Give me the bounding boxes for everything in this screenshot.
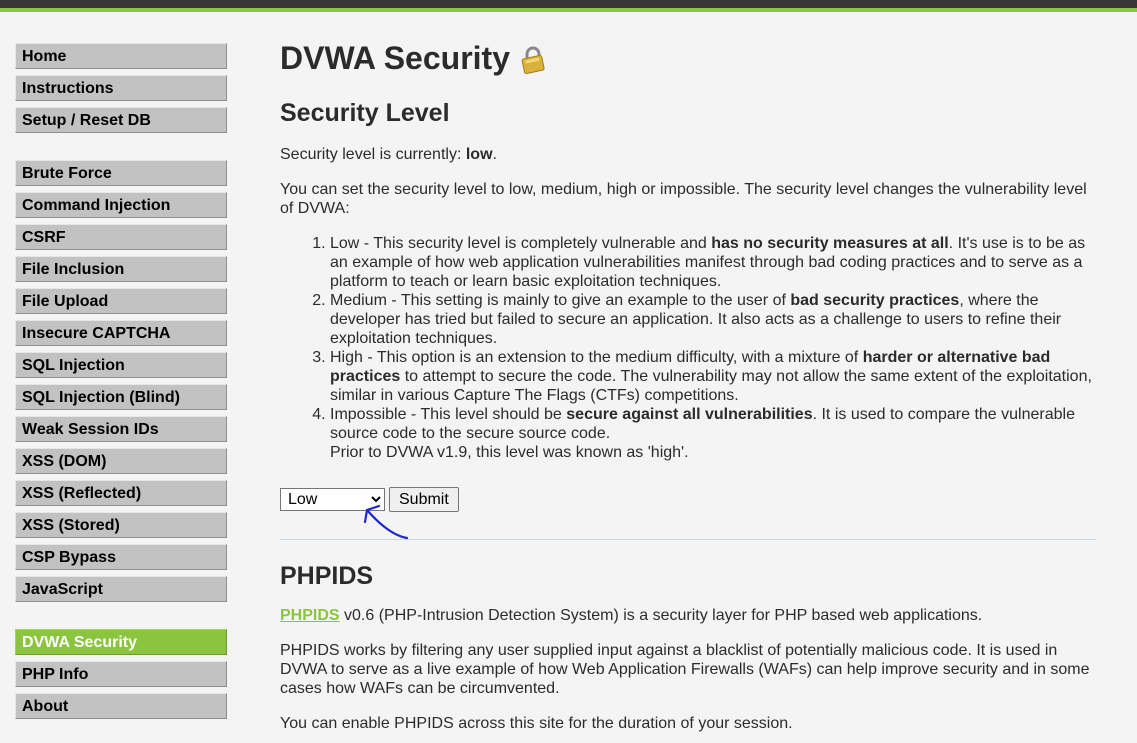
- phpids-link[interactable]: PHPIDS: [280, 607, 340, 624]
- sidebar-item-csp-bypass[interactable]: CSP Bypass: [15, 544, 227, 570]
- security-level-item: Low - This security level is completely …: [330, 234, 1100, 291]
- menu-group-settings: DVWA Security PHP Info About: [15, 629, 227, 719]
- menu-group-general: Home Instructions Setup / Reset DB: [15, 43, 227, 133]
- current-level-value: low: [465, 146, 493, 163]
- level-note: Prior to DVWA v1.9, this level was known…: [330, 444, 689, 461]
- intro-paragraph: You can set the security level to low, m…: [280, 181, 1087, 217]
- sidebar-item-insecure-captcha[interactable]: Insecure CAPTCHA: [15, 320, 227, 346]
- sidebar-item-xss-dom[interactable]: XSS (DOM): [15, 448, 227, 474]
- page-title: DVWA Security: [280, 40, 510, 76]
- sidebar-item-about[interactable]: About: [15, 693, 227, 719]
- security-levels-list: Low - This security level is completely …: [280, 234, 1100, 462]
- main-content: DVWA Security Security Level Security le…: [280, 30, 1100, 733]
- sidebar-item-php-info[interactable]: PHP Info: [15, 661, 227, 687]
- security-level-heading: Security Level: [280, 99, 450, 127]
- security-level-item: Medium - This setting is mainly to give …: [330, 291, 1100, 348]
- sidebar-item-weak-session-ids[interactable]: Weak Session IDs: [15, 416, 227, 442]
- current-level-text: Security level is currently: low.: [280, 146, 497, 163]
- security-level-item: High - This option is an extension to th…: [330, 348, 1100, 405]
- security-level-item: Impossible - This level should be secure…: [330, 405, 1100, 462]
- sidebar-item-csrf[interactable]: CSRF: [15, 224, 227, 250]
- sidebar-item-sql-injection-blind[interactable]: SQL Injection (Blind): [15, 384, 227, 410]
- sidebar-item-xss-stored[interactable]: XSS (Stored): [15, 512, 227, 538]
- header-accent-stripe: [0, 8, 1137, 12]
- phpids-enable-text: You can enable PHPIDS across this site f…: [280, 715, 793, 732]
- sidebar-item-command-injection[interactable]: Command Injection: [15, 192, 227, 218]
- menu-group-vulnerabilities: Brute Force Command Injection CSRF File Inc…: [15, 160, 227, 602]
- sidebar-item-file-upload[interactable]: File Upload: [15, 288, 227, 314]
- phpids-paragraph: PHPIDS works by filtering any user suppl…: [280, 642, 1090, 697]
- top-header-bar: [0, 0, 1137, 12]
- sidebar-menu: Home Instructions Setup / Reset DB Brute F…: [15, 43, 227, 725]
- hand-drawn-arrow-annotation: [363, 504, 409, 540]
- sidebar-item-brute-force[interactable]: Brute Force: [15, 160, 227, 186]
- sidebar-item-dvwa-security[interactable]: DVWA Security: [15, 629, 227, 655]
- lock-icon: [518, 40, 548, 75]
- sidebar-item-xss-reflected[interactable]: XSS (Reflected): [15, 480, 227, 506]
- phpids-description: PHPIDS v0.6 (PHP-Intrusion Detection Sys…: [280, 607, 983, 624]
- sidebar-item-sql-injection[interactable]: SQL Injection: [15, 352, 227, 378]
- sidebar-item-setup-reset-db[interactable]: Setup / Reset DB: [15, 107, 227, 133]
- sidebar-item-file-inclusion[interactable]: File Inclusion: [15, 256, 227, 282]
- sidebar-item-instructions[interactable]: Instructions: [15, 75, 227, 101]
- phpids-heading: PHPIDS: [280, 562, 374, 590]
- page-title-heading: DVWA Security: [280, 30, 1100, 86]
- sidebar-item-home[interactable]: Home: [15, 43, 227, 69]
- sidebar-item-javascript[interactable]: JavaScript: [15, 576, 227, 602]
- scrollbar-track[interactable]: [1121, 12, 1137, 743]
